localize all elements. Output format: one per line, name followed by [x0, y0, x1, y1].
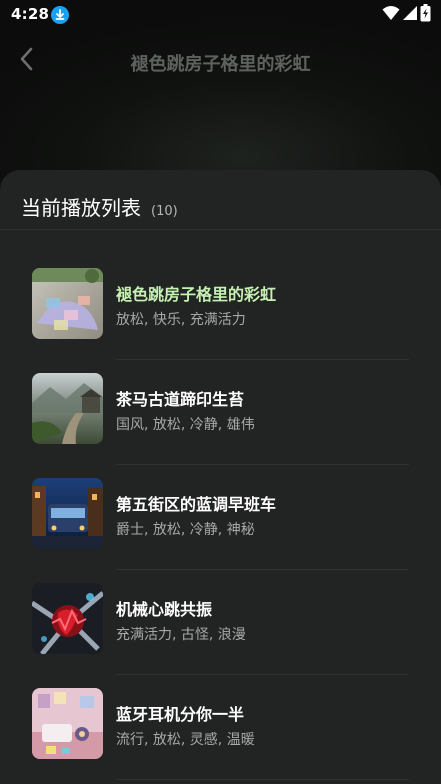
signal-icon: [403, 5, 417, 25]
album-cover: [32, 373, 103, 444]
song-title: 第五街区的蓝调早班车: [116, 495, 277, 514]
playlist-item[interactable]: 褪色跳房子格里的彩虹 放松, 快乐, 充满活力: [0, 255, 441, 360]
playlist-item[interactable]: 第五街区的蓝调早班车 爵士, 放松, 冷静, 神秘: [0, 465, 441, 570]
playlist-item[interactable]: 茶马古道蹄印生苔 国风, 放松, 冷静, 雄伟: [0, 360, 441, 465]
playlist-title: 当前播放列表: [21, 196, 141, 220]
song-title: 蓝牙耳机分你一半: [116, 705, 245, 724]
top-app-bar: 褪色跳房子格里的彩虹: [0, 36, 441, 84]
song-tags: 国风, 放松, 冷静, 雄伟: [116, 417, 255, 433]
song-title: 褪色跳房子格里的彩虹: [116, 285, 277, 304]
battery-icon: [420, 4, 431, 26]
now-playing-title: 褪色跳房子格里的彩虹: [130, 54, 311, 75]
album-cover: [32, 268, 103, 339]
status-icons: [382, 4, 431, 26]
divider: [116, 779, 409, 780]
playlist-count: (10): [151, 204, 178, 219]
song-tags: 放松, 快乐, 充满活力: [116, 312, 246, 328]
playlist-header: 当前播放列表 (10): [21, 192, 178, 221]
album-cover: [32, 583, 103, 654]
playlist-sheet: 当前播放列表 (10) 褪色跳房子格里的彩虹 放松, 快乐, 充满活力 茶马古道…: [0, 170, 441, 784]
status-time: 4:28: [11, 5, 50, 23]
status-bar: 4:28: [0, 0, 441, 30]
screen: 4:28 褪色跳房子格里的彩虹 当前播放列表 (10) 褪色跳房子格里的彩虹 放…: [0, 0, 441, 784]
download-badge-icon: [51, 6, 69, 24]
wifi-icon: [382, 5, 400, 25]
song-tags: 爵士, 放松, 冷静, 神秘: [116, 522, 255, 538]
playlist-item[interactable]: 蓝牙耳机分你一半 流行, 放松, 灵感, 温暖: [0, 675, 441, 780]
chevron-left-icon: [19, 47, 35, 75]
song-title: 机械心跳共振: [116, 600, 213, 619]
song-tags: 充满活力, 古怪, 浪漫: [116, 627, 246, 643]
album-cover: [32, 478, 103, 549]
song-title: 茶马古道蹄印生苔: [116, 390, 245, 409]
song-tags: 流行, 放松, 灵感, 温暖: [116, 732, 255, 748]
back-button[interactable]: [12, 46, 42, 76]
playlist-item[interactable]: 机械心跳共振 充满活力, 古怪, 浪漫: [0, 570, 441, 675]
playlist-list: 褪色跳房子格里的彩虹 放松, 快乐, 充满活力 茶马古道蹄印生苔 国风, 放松,…: [0, 255, 441, 780]
divider: [0, 229, 441, 230]
album-cover: [32, 688, 103, 759]
